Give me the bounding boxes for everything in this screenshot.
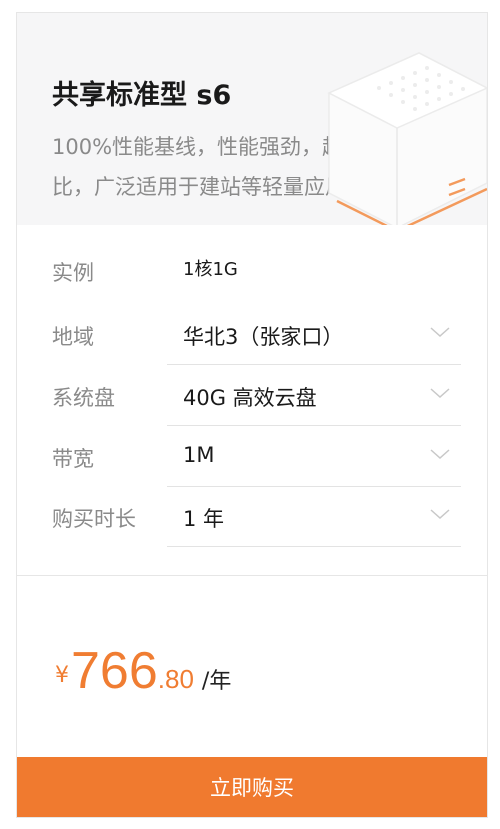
region-value: 华北3（张家口） bbox=[183, 325, 344, 349]
chevron-down-icon[interactable] bbox=[429, 507, 451, 521]
price-decimal: .80 bbox=[157, 664, 194, 694]
bandwidth-label: 带宽 bbox=[52, 447, 94, 471]
server-illustration bbox=[327, 52, 487, 225]
product-card: 共享标准型 s6 100%性能基线，性能强劲，超高性价比，广泛适用于建站等轻量应… bbox=[16, 12, 488, 818]
buy-now-button[interactable]: 立即购买 bbox=[17, 757, 487, 817]
price-currency: ¥ bbox=[55, 663, 69, 688]
duration-value: 1 年 bbox=[183, 507, 225, 531]
spec-row-bandwidth: 带宽 1M bbox=[17, 427, 487, 487]
product-title: 共享标准型 s6 bbox=[52, 80, 232, 111]
price-unit: /年 bbox=[201, 669, 232, 694]
spec-row-instance: 实例 1核1G bbox=[17, 241, 487, 301]
instance-value: 1核1G bbox=[183, 259, 238, 280]
chevron-down-icon[interactable] bbox=[429, 386, 451, 400]
disk-label: 系统盘 bbox=[52, 386, 115, 410]
spec-row-disk: 系统盘 40G 高效云盘 bbox=[17, 366, 487, 426]
section-divider bbox=[17, 575, 487, 576]
instance-label: 实例 bbox=[52, 261, 94, 285]
disk-value: 40G 高效云盘 bbox=[183, 386, 317, 410]
chevron-down-icon[interactable] bbox=[429, 325, 451, 339]
spec-row-duration: 购买时长 1 年 bbox=[17, 487, 487, 547]
bandwidth-value: 1M bbox=[183, 443, 215, 467]
chevron-down-icon[interactable] bbox=[429, 447, 451, 461]
spec-row-region: 地域 华北3（张家口） bbox=[17, 305, 487, 365]
price-display: ¥766.80/年 bbox=[55, 641, 231, 701]
duration-label: 购买时长 bbox=[52, 507, 136, 531]
price-integer: 766 bbox=[71, 642, 158, 700]
hero-section: 共享标准型 s6 100%性能基线，性能强劲，超高性价比，广泛适用于建站等轻量应… bbox=[17, 13, 487, 225]
region-label: 地域 bbox=[52, 325, 94, 349]
